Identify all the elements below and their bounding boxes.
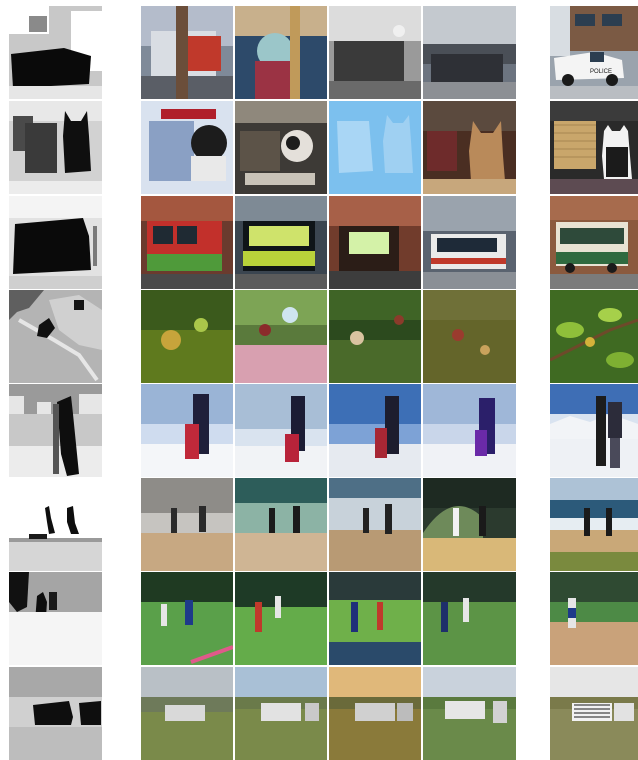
generated-image-4: [423, 384, 516, 477]
segmentation-mask: [9, 384, 102, 477]
police-text: POLICE: [590, 69, 612, 75]
generated-image-1: [141, 384, 233, 477]
segmentation-mask: [9, 667, 102, 760]
generated-image-2: [235, 101, 327, 194]
row-bird: [0, 290, 638, 383]
real-photo: [550, 101, 638, 194]
row-beach: [0, 478, 638, 571]
generated-image-2: [235, 6, 327, 99]
generated-image-2: [235, 196, 327, 289]
real-photo: [550, 478, 638, 571]
real-photo: POLICE: [550, 6, 638, 99]
generated-image-1: [141, 290, 233, 383]
generated-image-4: [423, 667, 516, 760]
generated-image-1: [141, 196, 233, 289]
generated-image-4: [423, 572, 516, 665]
generated-image-3: [329, 572, 421, 665]
row-cat-luggage: [0, 101, 638, 194]
segmentation-mask: [9, 290, 102, 383]
real-photo: [550, 196, 638, 289]
generated-image-2: [235, 572, 327, 665]
segmentation-mask: [9, 101, 102, 194]
generated-image-1: [141, 478, 233, 571]
real-photo: [550, 572, 638, 665]
generated-image-3: [329, 290, 421, 383]
generated-image-2: [235, 667, 327, 760]
generated-image-3: [329, 101, 421, 194]
row-snowboarder: [0, 384, 638, 477]
generated-image-4: [423, 101, 516, 194]
generated-image-1: [141, 667, 233, 760]
generated-image-2: [235, 290, 327, 383]
segmentation-mask: [9, 572, 102, 665]
generated-image-3: [329, 196, 421, 289]
generated-image-2: [235, 478, 327, 571]
row-police-truck: POLICE: [0, 6, 638, 99]
generated-image-4: [423, 196, 516, 289]
generated-image-3: [329, 667, 421, 760]
segmentation-mask: [9, 6, 102, 99]
generated-image-1: [141, 6, 233, 99]
generated-image-1: [141, 101, 233, 194]
generated-image-4: [423, 290, 516, 383]
row-zebras: [0, 667, 638, 760]
generated-image-3: [329, 478, 421, 571]
generated-image-1: [141, 572, 233, 665]
row-baseball: [0, 572, 638, 665]
generated-image-4: [423, 478, 516, 571]
segmentation-mask: [9, 478, 102, 571]
real-photo: [550, 290, 638, 383]
generated-image-4: [423, 6, 516, 99]
generated-image-3: [329, 384, 421, 477]
segmentation-mask: [9, 196, 102, 289]
generated-image-3: [329, 6, 421, 99]
real-photo: [550, 384, 638, 477]
real-photo: [550, 667, 638, 760]
row-bus: [0, 196, 638, 289]
generated-image-2: [235, 384, 327, 477]
image-grid: POLICE: [0, 0, 638, 760]
